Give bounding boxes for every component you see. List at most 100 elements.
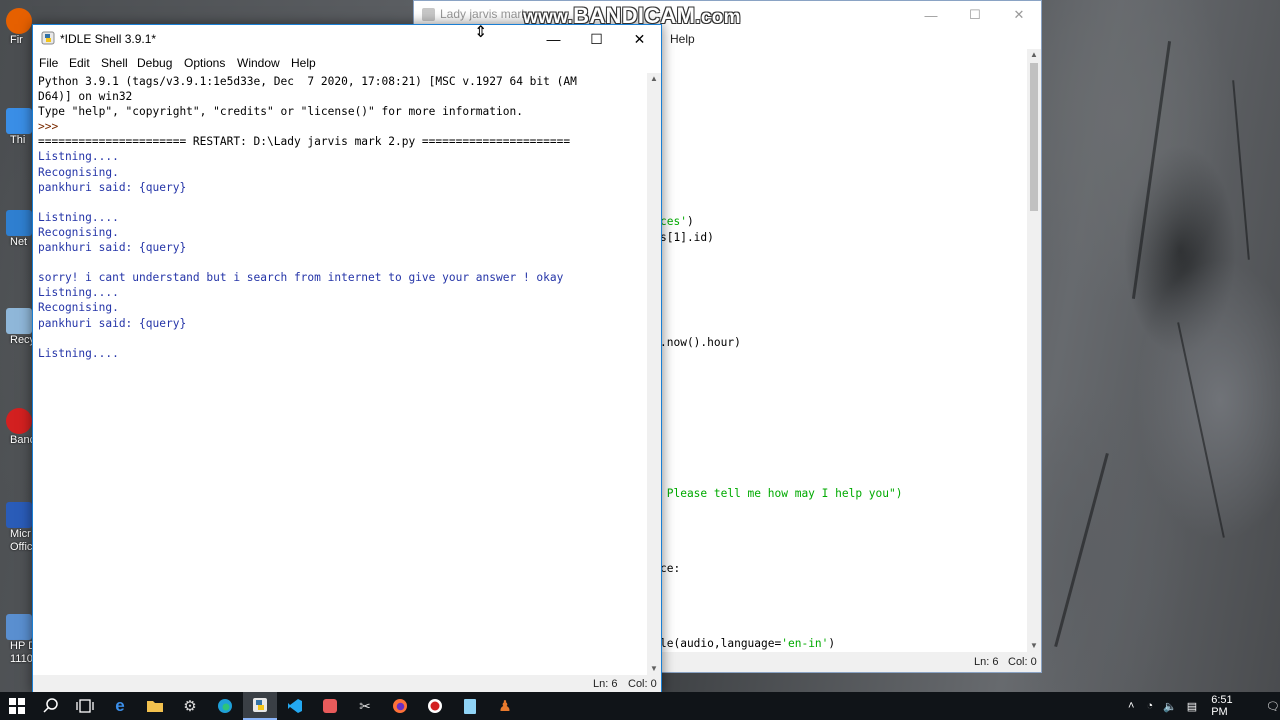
scroll-thumb[interactable] (1030, 63, 1038, 211)
shell-menubar: File Edit Shell Debug Options Window Hel… (33, 53, 661, 73)
python-idle-icon (41, 31, 55, 45)
idle-shell-window[interactable]: *IDLE Shell 3.9.1* — ☐ ✕ File Edit Shell… (32, 24, 662, 694)
editor-menu-help[interactable]: Help (670, 32, 695, 46)
shell-line: Listning.... (38, 346, 119, 360)
desktop-icon-microsoft-office[interactable]: Micr Offic (0, 502, 34, 554)
taskbar: e ⚙ ✂ ♟ ˄ ◔ 🔈 ▤ 6:51 PM 🗨 (0, 692, 1280, 720)
volume-icon[interactable]: 🔈 (1163, 700, 1177, 713)
menu-options[interactable]: Options (184, 56, 225, 70)
app2-button[interactable]: ✂ (348, 692, 382, 720)
python-file-icon (422, 8, 435, 21)
edge-button[interactable] (208, 692, 242, 720)
idle-button[interactable] (243, 692, 277, 720)
firefox-icon (393, 699, 407, 713)
shell-close-button[interactable]: ✕ (618, 25, 661, 53)
editor-maximize-button[interactable]: ☐ (953, 1, 997, 29)
shell-line: D64)] on win32 (38, 90, 133, 104)
shell-line: Listning.... (38, 286, 119, 300)
desktop-icon-recycle-bin[interactable]: Recy (0, 308, 36, 347)
shell-line: Recognising. (38, 225, 119, 239)
shell-vertical-scrollbar[interactable]: ▲ ▼ (647, 73, 661, 675)
gear-icon: ⚙ (183, 698, 197, 715)
menu-shell[interactable]: Shell (101, 56, 128, 70)
edge-icon (218, 699, 232, 713)
python-launcher-icon: ♟ (498, 698, 512, 715)
scroll-up-icon[interactable]: ▲ (647, 73, 661, 85)
editor-code-area[interactable]: ces') s[1].id) .now().hour) Please tell … (660, 49, 1027, 652)
firefox-icon (6, 8, 32, 34)
shell-maximize-button[interactable]: ☐ (575, 25, 618, 53)
editor-close-button[interactable]: ✕ (997, 1, 1041, 29)
scroll-down-icon[interactable]: ▼ (647, 663, 661, 675)
desktop-icon-this-pc[interactable]: Thi (0, 108, 34, 147)
menu-window[interactable]: Window (237, 56, 280, 70)
notepad-icon (464, 698, 476, 714)
vscode-button[interactable] (278, 692, 312, 720)
task-view-button[interactable] (68, 692, 102, 720)
shell-line: Listning.... (38, 210, 119, 224)
editor-vertical-scrollbar[interactable]: ▲ ▼ (1027, 49, 1041, 652)
start-button[interactable] (0, 692, 34, 720)
scroll-up-icon[interactable]: ▲ (1027, 49, 1041, 61)
desktop-icon-network[interactable]: Net (0, 210, 34, 249)
wifi-icon[interactable]: ◔ (1146, 700, 1153, 712)
desktop-icon-label: 1110 (10, 653, 33, 665)
watermark-www: www. (523, 7, 574, 28)
clock[interactable]: 6:51 PM (1211, 694, 1252, 718)
app-button[interactable] (313, 692, 347, 720)
shell-statusbar: Ln: 6 Col: 0 (33, 675, 661, 693)
desktop-icon-label: Net (10, 236, 28, 248)
bandicam-icon (6, 408, 32, 434)
file-explorer-button[interactable] (138, 692, 172, 720)
code-line: ce: (660, 562, 681, 575)
menu-file[interactable]: File (39, 56, 58, 70)
code-line: ces') (660, 215, 694, 228)
watermark-brand: BANDICAM (573, 3, 696, 28)
app-icon (323, 699, 337, 713)
tray-overflow-chevron-up-icon[interactable]: ˄ (1128, 700, 1134, 712)
shell-line: Recognising. (38, 301, 119, 315)
editor-status-line: Ln: 6 (974, 656, 999, 668)
bandicam-button[interactable] (418, 692, 452, 720)
edge-legacy-icon: e (115, 696, 125, 715)
search-button[interactable] (34, 692, 68, 720)
menu-edit[interactable]: Edit (69, 56, 90, 70)
menu-help[interactable]: Help (291, 56, 316, 70)
desktop-icon-label: Offic (10, 541, 33, 553)
watermark-com: .com (695, 7, 741, 28)
settings-button[interactable]: ⚙ (173, 692, 207, 720)
scroll-down-icon[interactable]: ▼ (1027, 640, 1041, 652)
shell-status-col: Col: 0 (628, 678, 657, 690)
desktop-icon-label: Banc (10, 434, 36, 446)
shell-line: Recognising. (38, 165, 119, 179)
desktop-icon-label: Recy (10, 334, 36, 346)
code-line: le(audio,language='en-in') (660, 637, 836, 650)
search-icon (43, 698, 58, 713)
mouse-cursor-icon: ⇕ (474, 24, 488, 41)
shell-line: >>> (38, 120, 65, 134)
firefox-button[interactable] (383, 692, 417, 720)
desktop-icon-hp[interactable]: HP D 1110 (0, 614, 36, 666)
desktop-icon-label: Thi (10, 134, 26, 146)
shell-output-area[interactable]: Python 3.9.1 (tags/v3.9.1:1e5d33e, Dec 7… (33, 73, 647, 675)
shell-line: Listning.... (38, 150, 119, 164)
language-icon[interactable]: ▤ (1187, 700, 1197, 713)
editor-minimize-button[interactable]: — (909, 1, 953, 29)
shell-titlebar[interactable]: *IDLE Shell 3.9.1* — ☐ ✕ (33, 25, 661, 53)
printer-icon (6, 614, 32, 640)
task-view-icon (76, 699, 94, 713)
notifications-icon[interactable]: 🗨 (1266, 700, 1280, 713)
desktop-icon-firefox[interactable]: Fir (0, 8, 34, 47)
menu-debug[interactable]: Debug (137, 56, 172, 70)
bandicam-watermark: www.BANDICAM.com (523, 3, 741, 29)
bandicam-icon (428, 699, 442, 713)
folder-icon (147, 701, 163, 712)
edge-legacy-button[interactable]: e (103, 692, 137, 720)
desktop-icon-bandicam[interactable]: Banc (0, 408, 36, 447)
python-button[interactable]: ♟ (488, 692, 522, 720)
notepad-button[interactable] (453, 692, 487, 720)
shell-minimize-button[interactable]: — (532, 25, 575, 53)
